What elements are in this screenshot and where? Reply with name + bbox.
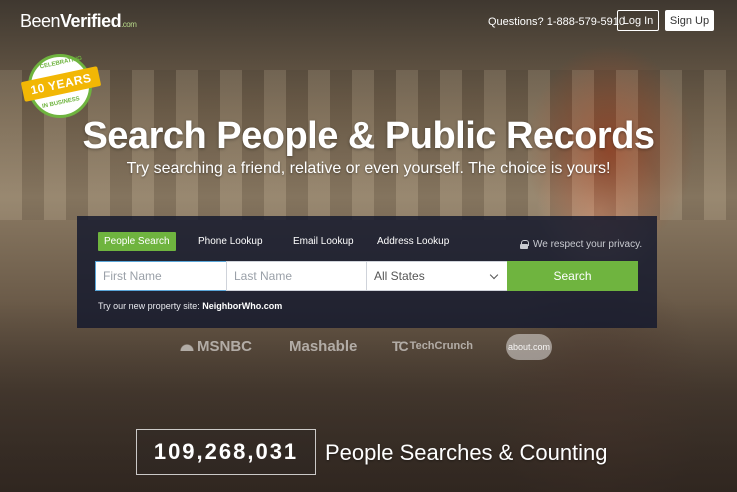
last-name-input[interactable]: Last Name [226, 261, 367, 291]
logo-verified: Verified [60, 11, 122, 31]
privacy-note: We respect your privacy. [520, 239, 642, 250]
page-title: Search People & Public Records [82, 115, 655, 157]
techcrunch-mark: TC [392, 338, 409, 354]
logo-been: Been [20, 11, 61, 31]
logo-dotcom: .com [121, 20, 137, 29]
counter-label: People Searches & Counting [325, 440, 608, 465]
techcrunch-logo: TC TechCrunch [392, 338, 473, 354]
login-button[interactable]: Log In [617, 10, 659, 31]
tab-phone-lookup[interactable]: Phone Lookup [198, 232, 263, 251]
mashable-logo: Mashable [289, 338, 358, 355]
about-logo: about.com [506, 334, 552, 360]
techcrunch-text: TechCrunch [409, 340, 474, 352]
chevron-down-icon [489, 270, 499, 280]
property-note-prefix: Try our new property site: [98, 301, 203, 311]
neighborwho-link[interactable]: NeighborWho.com [202, 301, 282, 311]
tab-address-lookup[interactable]: Address Lookup [377, 232, 449, 251]
tab-people-search[interactable]: People Search [98, 232, 176, 251]
search-counter: 109,268,031 [136, 429, 316, 475]
signup-button[interactable]: Sign Up [665, 10, 714, 31]
privacy-text: We respect your privacy. [533, 239, 643, 250]
lock-icon [520, 240, 529, 249]
first-name-input[interactable]: First Name [95, 261, 227, 291]
state-selected-value: All States [374, 269, 425, 283]
support-phone: Questions? 1-888-579-5910 [488, 16, 625, 28]
msnbc-text: MSNBC [197, 338, 252, 355]
ten-years-badge: CELEBRATING 10 YEARS IN BUSINESS [20, 50, 102, 118]
search-button[interactable]: Search [507, 261, 638, 291]
property-site-note: Try our new property site: NeighborWho.c… [98, 301, 282, 311]
brand-logo[interactable]: BeenVerified.com [20, 11, 137, 32]
peacock-icon [180, 342, 194, 351]
page-subtitle: Try searching a friend, relative or even… [126, 160, 611, 177]
state-select[interactable]: All States [366, 261, 508, 291]
msnbc-logo: MSNBC [180, 338, 252, 355]
tab-email-lookup[interactable]: Email Lookup [293, 232, 354, 251]
